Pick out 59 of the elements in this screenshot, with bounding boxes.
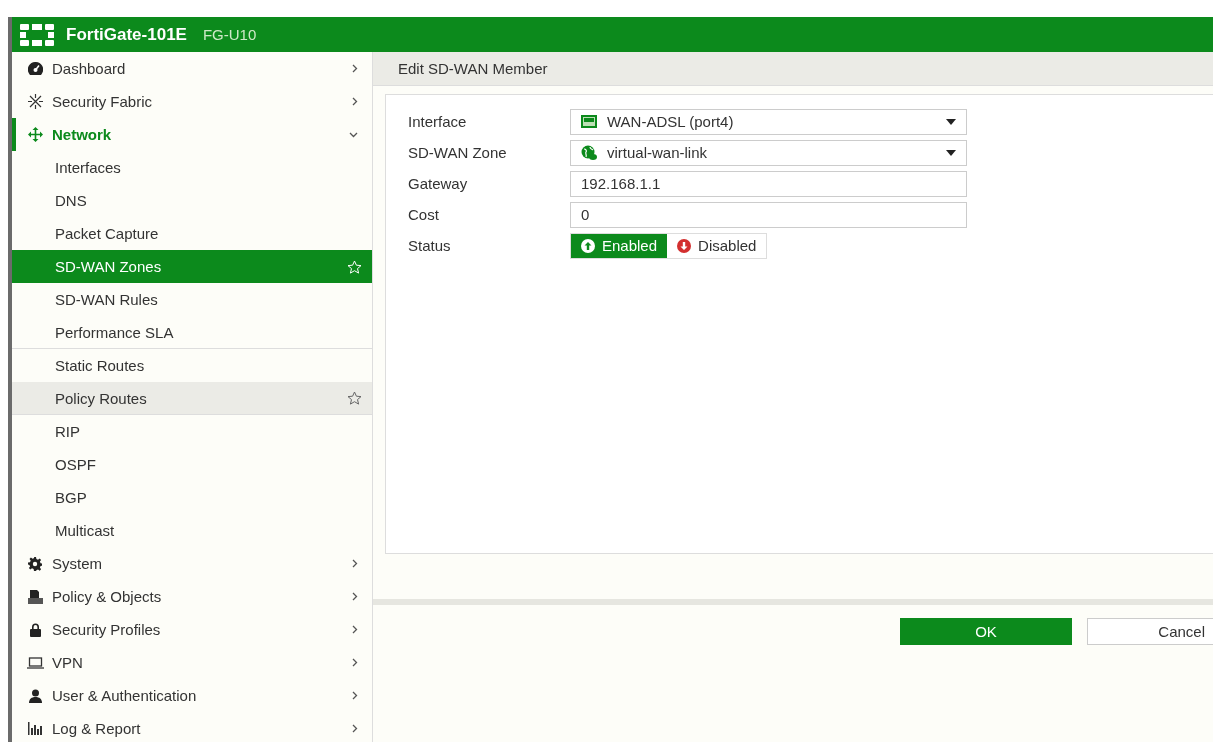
- chevron-right-icon: [352, 592, 358, 601]
- arrow-down-circle-icon: [677, 238, 692, 253]
- sidebar-subitem[interactable]: RIP: [12, 415, 372, 448]
- sidebar-subitem[interactable]: OSPF: [12, 448, 372, 481]
- sidebar-subitem[interactable]: Static Routes: [12, 349, 372, 382]
- sidebar-subitem[interactable]: Performance SLA: [12, 316, 372, 349]
- sidebar-item[interactable]: Log & Report: [12, 712, 372, 742]
- gear-icon: [28, 556, 42, 571]
- sidebar-subitem[interactable]: Policy Routes: [12, 382, 372, 415]
- page-title: Edit SD-WAN Member: [398, 60, 548, 77]
- sidebar-item[interactable]: Security Profiles: [12, 613, 372, 646]
- field-label: Cost: [408, 206, 440, 223]
- chevron-right-icon: [352, 691, 358, 700]
- caret-icon: [946, 149, 956, 156]
- logo-icon: [20, 23, 54, 46]
- chevron-down-icon: [349, 131, 358, 138]
- dropdown[interactable]: WAN-ADSL (port4): [570, 108, 967, 135]
- field-label: SD-WAN Zone: [408, 144, 508, 161]
- sidebar-item[interactable]: User & Authentication: [12, 679, 372, 712]
- hostname: FG-U10: [202, 26, 257, 43]
- move-arrows-icon: [27, 127, 43, 142]
- sidebar-item[interactable]: System: [12, 547, 372, 580]
- speedometer-icon: [27, 62, 43, 75]
- sidebar-item[interactable]: VPN: [12, 646, 372, 679]
- user-icon: [28, 688, 42, 703]
- sidebar-subitem[interactable]: SD-WAN Rules: [12, 283, 372, 316]
- sidebar-subitem[interactable]: Packet Capture: [12, 217, 372, 250]
- arrow-up-circle-icon: [581, 238, 595, 253]
- cancel-button[interactable]: Cancel: [1087, 618, 1213, 645]
- input-field[interactable]: 0: [570, 201, 967, 228]
- sidebar-subitem[interactable]: Multicast: [12, 514, 372, 547]
- sidebar-subitem[interactable]: DNS: [12, 184, 372, 217]
- caret-icon: [946, 118, 956, 125]
- chevron-right-icon: [352, 625, 358, 634]
- ok-button[interactable]: OK: [900, 618, 1072, 645]
- sidebar-subitem[interactable]: BGP: [12, 481, 372, 514]
- bar-chart-icon: [27, 722, 43, 735]
- chevron-right-icon: [352, 658, 358, 667]
- dropdown[interactable]: virtual-wan-link: [570, 139, 967, 166]
- chevron-right-icon: [352, 64, 358, 73]
- field-label: Status: [408, 237, 452, 254]
- network-mesh-icon: [27, 94, 43, 109]
- sidebar-item[interactable]: Policy & Objects: [12, 580, 372, 613]
- laptop-icon: [26, 656, 44, 669]
- chevron-right-icon: [352, 97, 358, 106]
- sidebar-item[interactable]: Security Fabric: [12, 85, 372, 118]
- toggle-option[interactable]: Enabled: [571, 233, 668, 258]
- port-icon: [581, 115, 597, 128]
- chevron-right-icon: [352, 559, 358, 568]
- product-name: FortiGate-101E: [66, 24, 187, 45]
- field-label: Interface: [408, 113, 468, 130]
- star-icon[interactable]: [347, 391, 362, 405]
- sidebar-subitem[interactable]: SD-WAN Zones: [12, 250, 372, 283]
- field-label: Gateway: [408, 175, 469, 192]
- sidebar-subitem[interactable]: Interfaces: [12, 151, 372, 184]
- sidebar-item[interactable]: Dashboard: [12, 52, 372, 85]
- input-field[interactable]: 192.168.1.1: [570, 170, 967, 197]
- lock-icon: [28, 622, 42, 637]
- chevron-right-icon: [352, 724, 358, 733]
